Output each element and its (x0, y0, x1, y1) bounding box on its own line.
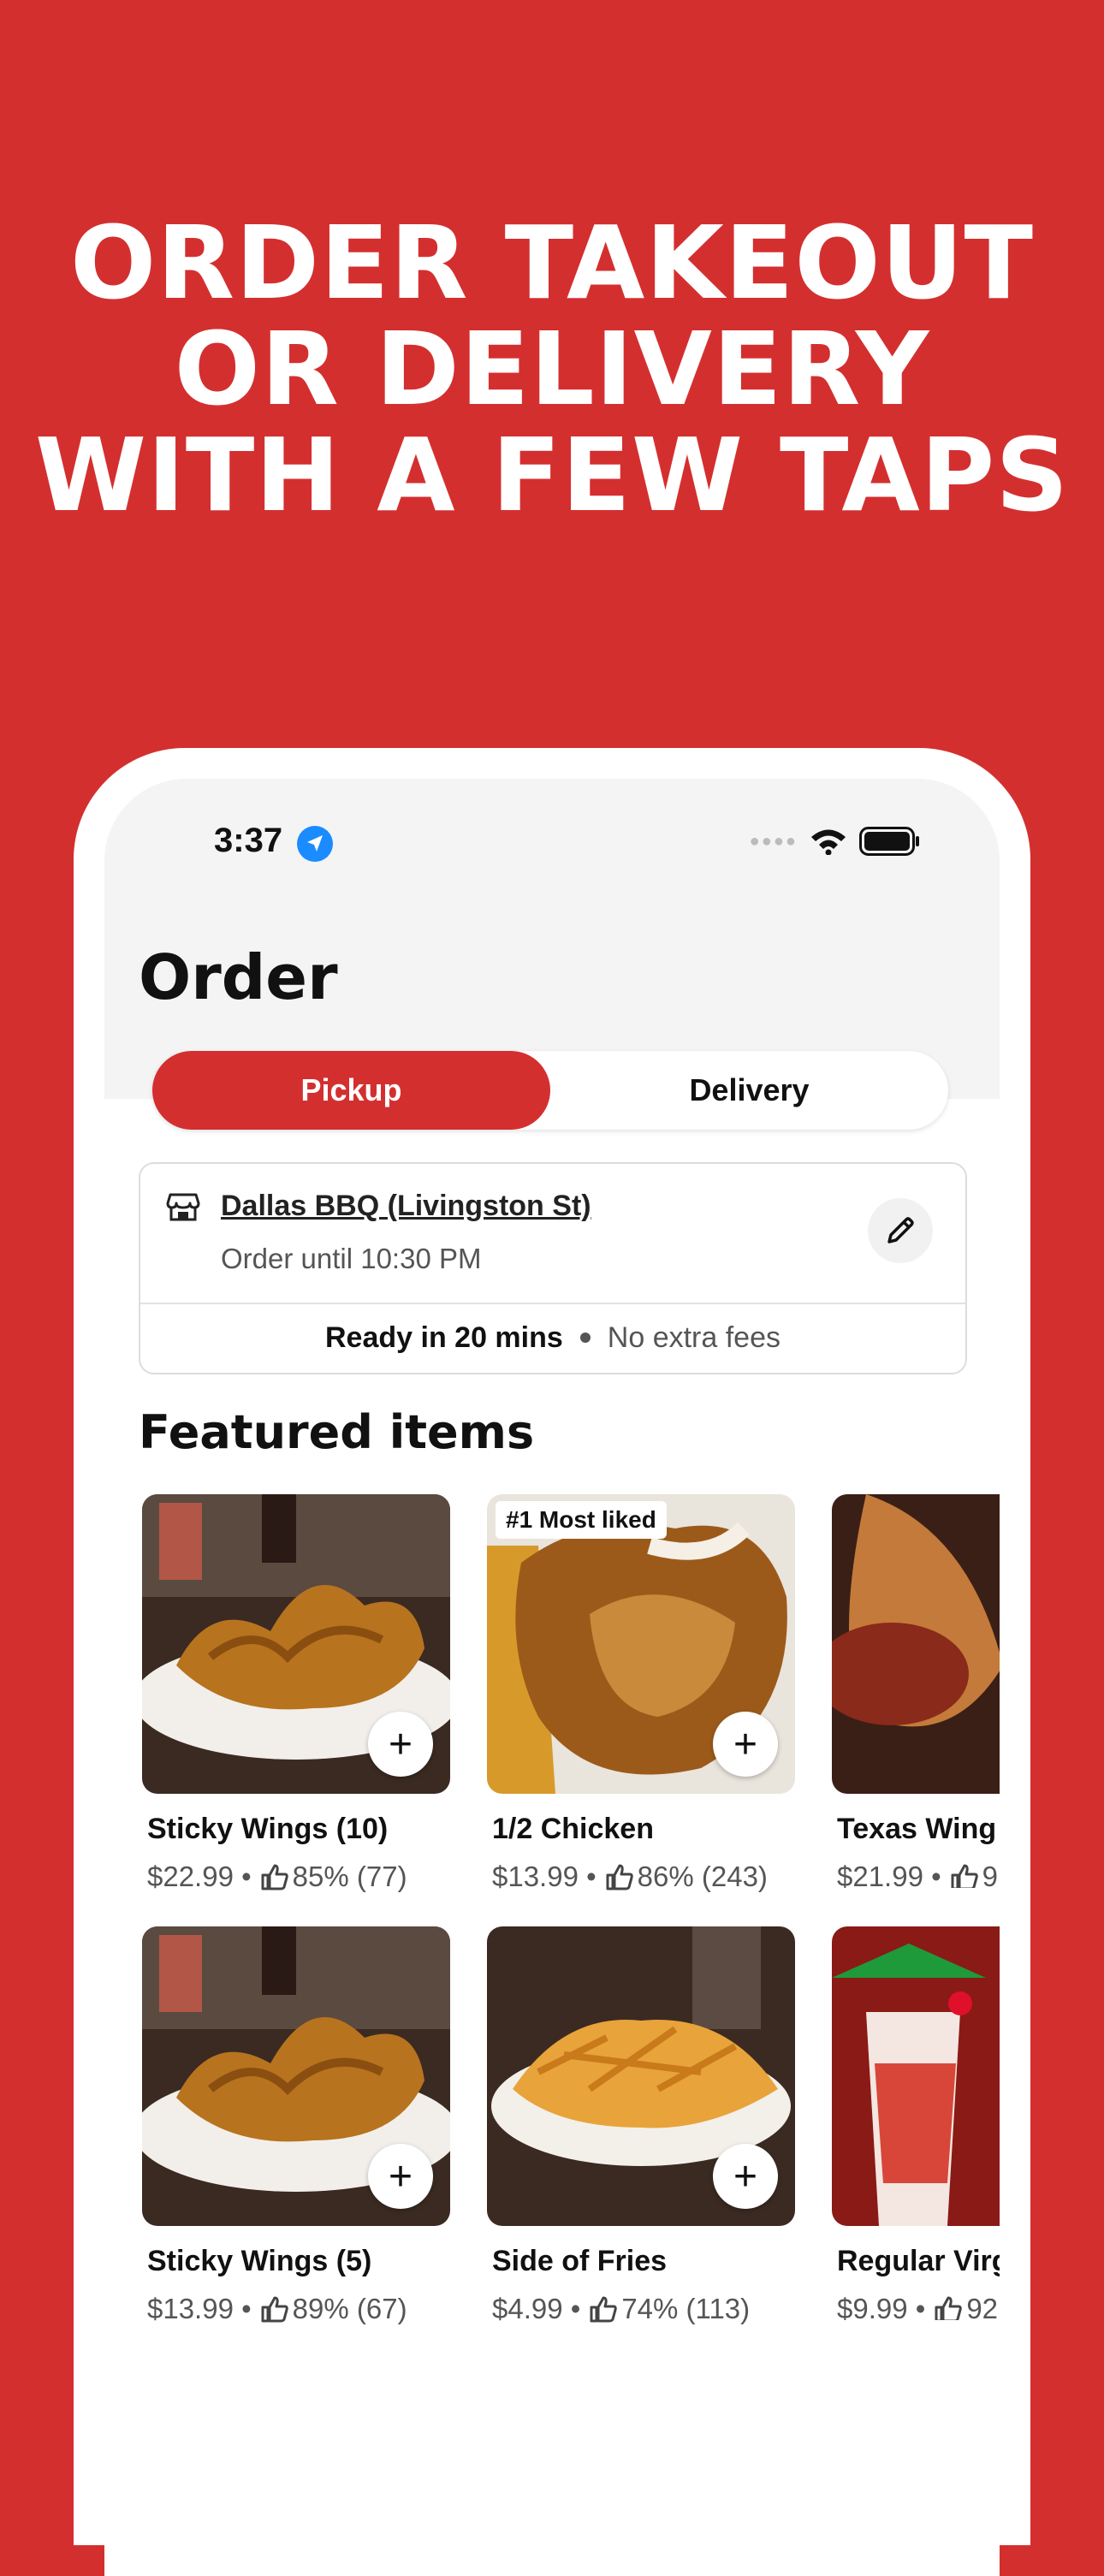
store-hours: Order until 10:30 PM (221, 1243, 482, 1274)
pencil-icon (887, 1217, 914, 1243)
item-meta: $13.99 • 89% (67) (147, 2293, 407, 2325)
item-rating: 89% (67) (292, 2293, 407, 2324)
signal-icon: ●●●● (749, 831, 798, 851)
headline: ORDER TAKEOUT OR DELIVERY WITH A FEW TAP… (0, 210, 1104, 528)
item-name: Regular Virg (837, 2245, 1000, 2277)
item-name: Texas Wing (837, 1813, 997, 1845)
thumbs-up-icon (261, 1864, 288, 1890)
item-meta: $22.99 • 85% (77) (147, 1861, 407, 1893)
item-name: Side of Fries (492, 2245, 668, 2277)
item-rating: 9 (982, 1861, 999, 1888)
separator-dot: • (233, 1861, 252, 1892)
food-image-texas-wings (832, 1494, 1000, 1794)
location-arrow-icon (297, 826, 333, 862)
wifi-icon (811, 829, 846, 855)
item-rating: 85% (77) (292, 1861, 407, 1892)
headline-line-3: WITH A FEW TAPS (34, 416, 1070, 534)
featured-items-title: Featured items (139, 1405, 535, 1459)
pickup-delivery-toggle: Pickup Delivery (152, 1051, 948, 1130)
tab-delivery[interactable]: Delivery (550, 1051, 948, 1130)
item-name: Sticky Wings (10) (147, 1813, 389, 1845)
thumbs-up-icon (935, 2296, 963, 2320)
status-icons: ●●●● (750, 827, 921, 856)
item-price: $13.99 (492, 1861, 579, 1892)
edit-store-button[interactable] (868, 1198, 933, 1263)
thumbs-up-icon (951, 1864, 978, 1888)
item-name: Sticky Wings (5) (147, 2245, 372, 2277)
thumbs-up-icon (606, 1864, 633, 1890)
item-price: $21.99 (837, 1861, 923, 1888)
store-card: Dallas BBQ (Livingston St) Order until 1… (139, 1162, 967, 1374)
item-meta: $21.99 • 9 (837, 1861, 998, 1888)
fees-note: No extra fees (607, 1321, 781, 1354)
store-name-link[interactable]: Dallas BBQ (Livingston St) (221, 1190, 591, 1223)
item-name: 1/2 Chicken (492, 1813, 654, 1845)
separator-dot: • (578, 1861, 597, 1892)
item-rating: 86% (243) (637, 1861, 768, 1892)
menu-item-card[interactable]: Texas Wing $21.99 • 9 (832, 1494, 1000, 1888)
add-item-button[interactable]: + (713, 2144, 778, 2209)
thumbs-up-icon (590, 2296, 618, 2323)
headline-line-2: OR DELIVERY (174, 310, 930, 428)
item-meta: $9.99 • 92 (837, 2293, 998, 2320)
item-meta: $13.99 • 86% (243) (492, 1861, 768, 1893)
store-icon (166, 1193, 200, 1221)
menu-item-card[interactable]: Regular Virg $9.99 • 92 (832, 1926, 1000, 2320)
ready-time: Ready in 20 mins (325, 1321, 563, 1354)
status-time: 3:37 (214, 822, 283, 859)
item-rating: 74% (113) (621, 2293, 751, 2324)
item-price: $22.99 (147, 1861, 234, 1892)
add-item-button[interactable]: + (368, 2144, 433, 2209)
thumbs-up-icon (261, 2296, 288, 2323)
add-item-button[interactable]: + (713, 1712, 778, 1777)
separator-dot: • (923, 1861, 941, 1888)
item-rating: 92 (966, 2293, 999, 2320)
battery-icon (859, 827, 919, 856)
store-info-footer: Ready in 20 mins No extra fees (140, 1303, 965, 1373)
add-item-button[interactable]: + (368, 1712, 433, 1777)
item-price: $4.99 (492, 2293, 563, 2324)
most-liked-badge: #1 Most liked (496, 1501, 667, 1539)
food-image-drink (832, 1926, 1000, 2226)
separator-dot: • (562, 2293, 581, 2324)
tab-pickup[interactable]: Pickup (152, 1051, 550, 1130)
page-title: Order (139, 941, 338, 1013)
item-price: $13.99 (147, 2293, 234, 2324)
phone-screen: 3:37 ●●●● Order Pickup Delivery Dallas B… (104, 779, 1000, 2576)
item-meta: $4.99 • 74% (113) (492, 2293, 750, 2325)
phone-frame: 3:37 ●●●● Order Pickup Delivery Dallas B… (74, 748, 1030, 2576)
separator-dot: • (907, 2293, 926, 2320)
item-price: $9.99 (837, 2293, 908, 2320)
separator-dot: • (233, 2293, 252, 2324)
headline-line-1: ORDER TAKEOUT (70, 204, 1034, 322)
separator-dot (579, 1333, 591, 1343)
